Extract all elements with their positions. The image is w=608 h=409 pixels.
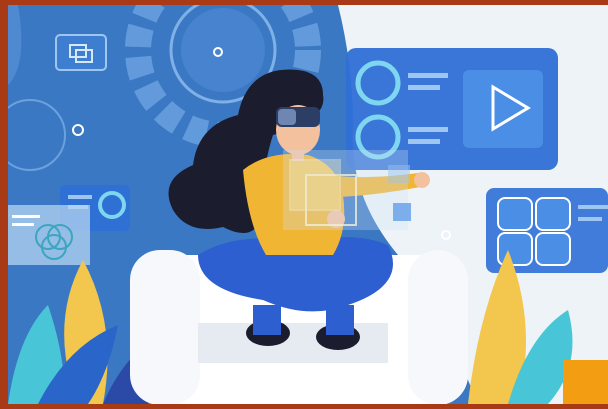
circles-icon (8, 205, 90, 265)
layers-icon (283, 150, 411, 230)
hand (414, 172, 430, 188)
image-frame (0, 0, 608, 409)
vr-illustration (8, 5, 608, 404)
window-icon (55, 34, 107, 71)
corner-accent (563, 360, 608, 404)
